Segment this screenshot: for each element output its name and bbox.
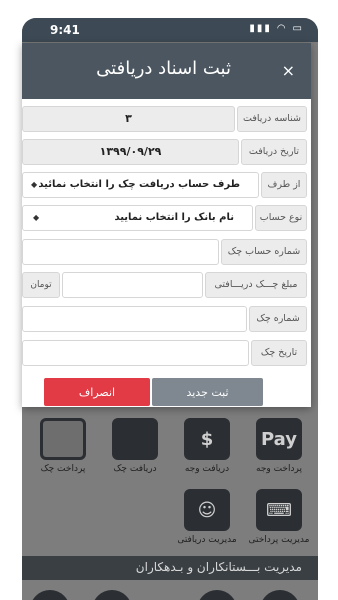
- group-icon: [197, 590, 237, 600]
- status-bar: 9:41 ▮▮▮ ◠ ▭: [22, 18, 318, 42]
- dollar-icon: $: [184, 418, 230, 460]
- account-type-label: نوع حساب: [255, 205, 307, 231]
- pay-cheque-tile[interactable]: پرداخت چک: [30, 418, 96, 474]
- receipt-id-field: ۳: [22, 106, 235, 132]
- tile-label: دریافت چک: [113, 464, 157, 474]
- pay-cash-tile[interactable]: Pay پرداخت وجه: [246, 418, 312, 474]
- section-title: مدیریت بـــستانکاران و بـدهکاران: [22, 556, 318, 580]
- account-number-input[interactable]: [22, 239, 219, 265]
- tile-label: مدیریت دریافتی: [177, 535, 237, 545]
- from-party-value: طرف حساب دریافت چک را انتخاب نمائید: [38, 179, 240, 190]
- cancel-button[interactable]: انصراف: [44, 378, 150, 406]
- from-party-label: از طرف: [261, 172, 307, 198]
- cheque-icon: [40, 418, 86, 460]
- cheque-stack-icon: [112, 418, 158, 460]
- manage-payments-tile[interactable]: ⌨ مدیریت پرداختی: [246, 489, 312, 545]
- select-caret-icon: ◆: [33, 213, 40, 222]
- modal-header: ثبت اسناد دریافتی ×: [22, 43, 311, 99]
- receive-cheque-tile[interactable]: دریافت چک: [102, 418, 168, 474]
- status-time: 9:41: [50, 23, 80, 37]
- receipt-modal: ثبت اسناد دریافتی × شناسه دریافت ۳ تاریخ…: [22, 43, 311, 407]
- account-type-select[interactable]: نام بانک را انتخاب نمایید ◆: [22, 205, 253, 231]
- cheque-amount-input[interactable]: [62, 272, 203, 298]
- cheque-date-label: تاریخ چک: [251, 340, 307, 366]
- id-card-icon: ☺: [184, 489, 230, 531]
- group-icon: [30, 590, 70, 600]
- currency-unit: تومان: [22, 272, 60, 298]
- register-icon: ⌨: [256, 489, 302, 531]
- new-record-button[interactable]: ثبت جدید: [152, 378, 263, 406]
- from-party-select[interactable]: طرف حساب دریافت چک را انتخاب نمائید ◆: [22, 172, 259, 198]
- tile-label: پرداخت وجه: [256, 464, 302, 474]
- manage-receipts-tile[interactable]: ☺ مدیریت دریافتی: [174, 489, 240, 545]
- tile-label: پرداخت چک: [40, 464, 86, 474]
- receipt-date-field[interactable]: ۱۳۹۹/۰۹/۲۹: [22, 139, 239, 165]
- receive-cash-tile[interactable]: $ دریافت وجه: [174, 418, 240, 474]
- group-icon: [92, 590, 132, 600]
- tile-label: دریافت وجه: [184, 464, 230, 474]
- close-icon[interactable]: ×: [282, 61, 295, 80]
- account-number-label: شماره حساب چک: [221, 239, 307, 265]
- modal-title: ثبت اسناد دریافتی: [96, 58, 231, 79]
- tile-label: مدیریت پرداختی: [248, 535, 310, 545]
- apple-pay-icon: Pay: [256, 418, 302, 460]
- receipt-date-label: تاریخ دریافت: [241, 139, 307, 165]
- status-icons: ▮▮▮ ◠ ▭: [249, 23, 304, 34]
- receipt-id-label: شناسه دریافت: [237, 106, 307, 132]
- bottom-icons: [22, 580, 318, 600]
- group-icon: [260, 590, 300, 600]
- cheque-number-label: شماره چک: [249, 306, 307, 332]
- cheque-number-input[interactable]: [22, 306, 247, 332]
- cheque-amount-label: مبلغ چـــک دریـــافتی: [205, 272, 307, 298]
- cheque-date-input[interactable]: [22, 340, 249, 366]
- select-caret-icon: ◆: [31, 180, 38, 189]
- account-type-value: نام بانک را انتخاب نمایید: [114, 212, 234, 223]
